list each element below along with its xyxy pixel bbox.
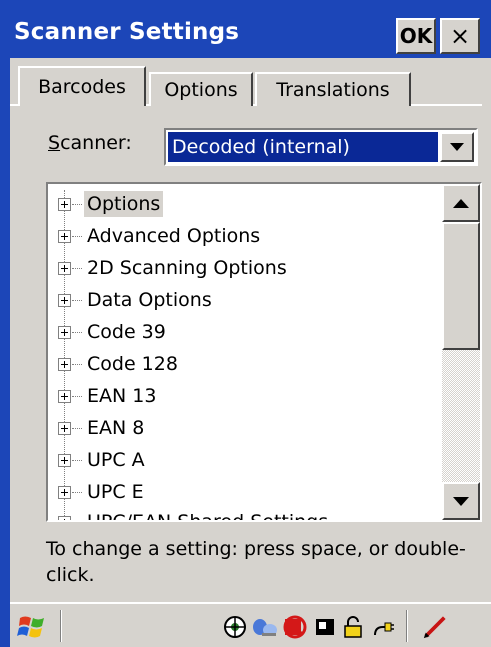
tree-item-label: UPC/EAN Shared Settings	[87, 511, 329, 522]
tab-options[interactable]: Options	[149, 72, 253, 106]
scanner-label: Scanner:	[48, 132, 132, 154]
chevron-up-icon	[453, 198, 469, 208]
close-button[interactable]: ×	[440, 18, 480, 54]
tree-item-2d-scanning-options[interactable]: 2D Scanning Options	[58, 252, 290, 284]
ok-button[interactable]: OK	[396, 18, 436, 54]
tab-translations[interactable]: Translations	[255, 72, 411, 106]
tree-item-ean-13[interactable]: EAN 13	[58, 380, 159, 412]
power-plug-icon[interactable]	[370, 614, 396, 640]
help-text: To change a setting: press space, or dou…	[46, 538, 466, 586]
no-connection-icon[interactable]	[282, 614, 308, 640]
battery-card-icon[interactable]	[312, 614, 338, 640]
tree-item-label: Advanced Options	[87, 225, 261, 247]
network-icon[interactable]	[222, 614, 248, 640]
tree-item-label: Code 39	[87, 321, 166, 343]
tree-item-label: EAN 8	[87, 417, 145, 439]
tree-item-label: UPC A	[87, 449, 145, 471]
barcode-tree[interactable]: Options Advanced Options 2D Scanning Opt…	[46, 182, 482, 522]
chevron-down-icon	[453, 496, 469, 506]
taskbar-divider	[406, 610, 408, 642]
expand-icon[interactable]	[58, 261, 71, 275]
expand-icon[interactable]	[58, 515, 71, 520]
tree-item-upc-a[interactable]: UPC A	[58, 444, 148, 476]
taskbar	[10, 602, 491, 647]
tree-item-options[interactable]: Options	[58, 188, 164, 220]
expand-icon[interactable]	[58, 357, 71, 371]
scanner-label-mnemonic: S	[48, 132, 61, 154]
sync-icon[interactable]	[252, 614, 278, 640]
tab-barcodes[interactable]: Barcodes	[18, 66, 146, 106]
tree-item-code-128[interactable]: Code 128	[58, 348, 181, 380]
tree-item-label: 2D Scanning Options	[87, 257, 287, 279]
tree-item-ean-8[interactable]: EAN 8	[58, 412, 147, 444]
scanner-label-text: canner:	[60, 132, 132, 154]
tree-item-advanced-options[interactable]: Advanced Options	[58, 220, 263, 252]
tree-item-upc-e[interactable]: UPC E	[58, 476, 147, 508]
pen-icon[interactable]	[422, 614, 448, 640]
tree-scrollbar[interactable]	[442, 184, 480, 520]
start-button[interactable]	[16, 610, 50, 642]
expand-icon[interactable]	[58, 389, 71, 403]
lock-icon[interactable]	[340, 614, 366, 640]
tree-item-label: Data Options	[87, 289, 212, 311]
scrollbar-thumb[interactable]	[442, 222, 480, 350]
windows-flag-icon	[17, 616, 44, 638]
window-title: Scanner Settings	[14, 19, 240, 45]
expand-icon[interactable]	[58, 421, 71, 435]
tree-item-label: Options	[84, 191, 164, 217]
tree-item-data-options[interactable]: Data Options	[58, 284, 215, 316]
expand-icon[interactable]	[58, 453, 71, 467]
expand-icon[interactable]	[58, 229, 71, 243]
title-bar: Scanner Settings OK ×	[10, 12, 491, 58]
scanner-select[interactable]: Decoded (internal)	[164, 128, 478, 166]
scroll-up-button[interactable]	[442, 184, 480, 222]
expand-icon[interactable]	[58, 197, 71, 211]
expand-icon[interactable]	[58, 485, 71, 499]
scroll-down-button[interactable]	[442, 482, 480, 520]
expand-icon[interactable]	[58, 325, 71, 339]
tree-item-label: EAN 13	[87, 385, 157, 407]
scanner-dropdown-button[interactable]	[440, 132, 474, 162]
tree-item-upc-ean-shared-settings[interactable]: UPC/EAN Shared Settings	[58, 506, 331, 522]
tree-item-code-39[interactable]: Code 39	[58, 316, 169, 348]
tree-item-label: Code 128	[87, 353, 178, 375]
taskbar-divider	[60, 610, 62, 642]
tree-item-label: UPC E	[87, 481, 144, 503]
scanner-select-value: Decoded (internal)	[168, 132, 438, 162]
chevron-down-icon	[450, 143, 464, 151]
expand-icon[interactable]	[58, 293, 71, 307]
